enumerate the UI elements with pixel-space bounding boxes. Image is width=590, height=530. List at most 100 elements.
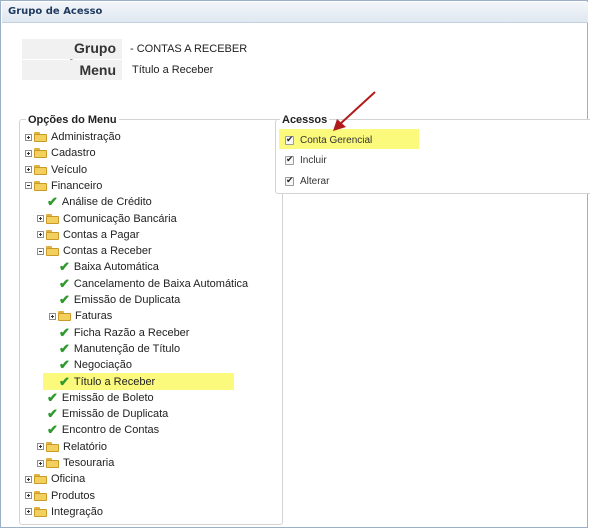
menu-tree-item-label: Ficha Razão a Receber [73, 326, 190, 339]
menu-tree-item-label: Integração [51, 505, 103, 518]
menu-tree-item[interactable]: Integração [25, 504, 103, 520]
menu-tree-item-label: Encontro de Contas [61, 424, 160, 437]
menu-tree-item[interactable]: ✔ Encontro de Contas [47, 422, 159, 438]
menu-tree-item[interactable]: Comunicação Bancária [37, 211, 177, 227]
window-titlebar: Grupo de Acesso [2, 2, 588, 23]
acesso-item[interactable]: Incluir [285, 153, 327, 169]
menu-tree-item[interactable]: ✔ Emissão de Duplicata [47, 406, 168, 422]
menu-tree-item-label: Cadastro [51, 147, 96, 160]
menu-tree-item[interactable]: ✔ Emissão de Duplicata [59, 292, 180, 308]
folder-icon [34, 474, 47, 485]
menu-tree-item[interactable]: ✔ Manutenção de Título [59, 341, 180, 357]
checkbox-icon[interactable] [285, 154, 294, 165]
check-icon: ✔ [59, 259, 70, 275]
menu-tree-item-label: Emissão de Duplicata [61, 408, 169, 421]
acesso-item-label: Incluir [300, 155, 327, 166]
folder-icon [46, 213, 59, 224]
check-icon: ✔ [47, 422, 58, 438]
menu-tree-item[interactable]: ✔ Cancelamento de Baixa Automática [59, 276, 248, 292]
acesso-item-label: Alterar [300, 175, 330, 187]
menu-tree-item-label: Comunicação Bancária [63, 212, 177, 225]
menu-tree-item[interactable]: Veículo [25, 162, 87, 178]
expander-icon[interactable] [25, 149, 32, 157]
menu-tree-item[interactable]: ✔ Ficha Razão a Receber [59, 325, 189, 341]
expander-icon[interactable] [25, 475, 32, 483]
expander-icon[interactable] [37, 215, 44, 222]
menu-tree-item-label: Baixa Automática [73, 261, 159, 274]
menu-tree-item[interactable]: ✔ Negociação [59, 357, 132, 373]
acesso-item-label: Conta Gerencial [300, 134, 373, 146]
check-icon: ✔ [59, 324, 70, 340]
menu-tree-item-label: Emissão de Boleto [61, 391, 154, 404]
expander-icon[interactable] [37, 443, 44, 451]
menu-tree-item[interactable]: Relatório [37, 439, 107, 455]
menu-tree-item-label: Contas a Pagar [63, 228, 140, 241]
expander-icon[interactable] [37, 231, 44, 239]
menu-tree-item[interactable]: Contas a Pagar [37, 227, 139, 243]
menu-tree-item-label: Manutenção de Título [73, 342, 181, 355]
expander-icon[interactable] [25, 166, 32, 174]
menu-tree-item-label: Faturas [75, 310, 113, 323]
menu-tree-item-label: Título a Receber [73, 375, 156, 388]
expander-icon[interactable] [25, 492, 32, 500]
menu-tree-item[interactable]: Administração [25, 129, 121, 145]
check-icon: ✔ [59, 357, 70, 373]
menu-tree-item-label: Contas a Receber [63, 245, 152, 258]
menu-tree-item-label: Relatório [63, 440, 108, 453]
menu-tree-item-label: Cancelamento de Baixa Automática [73, 277, 249, 290]
menu-tree-item[interactable]: ✔ Análise de Crédito [47, 194, 152, 210]
expander-icon[interactable] [25, 133, 32, 141]
check-icon: ✔ [47, 194, 58, 210]
window-title: Grupo de Acesso [8, 6, 103, 17]
menu-tree-item-label: Financeiro [51, 179, 103, 192]
folder-icon [34, 132, 47, 142]
menu-tree-item-label: Tesouraria [63, 457, 115, 469]
acesso-item[interactable]: Alterar [285, 173, 329, 189]
folder-icon [46, 246, 59, 257]
expander-icon[interactable] [25, 182, 32, 190]
checkbox-icon[interactable] [285, 175, 294, 186]
menu-tree-item[interactable]: ✔ Emissão de Boleto [47, 390, 154, 406]
menu-tree-item[interactable]: ✔ Baixa Automática [59, 259, 159, 275]
folder-icon [58, 311, 71, 322]
menu-tree-item[interactable]: Contas a Receber [37, 243, 152, 259]
menu-tree-item[interactable]: Tesouraria [37, 455, 114, 471]
menu-tree-item[interactable]: Produtos [25, 488, 95, 504]
expander-icon[interactable] [49, 312, 56, 320]
folder-icon [34, 490, 47, 501]
check-icon: ✔ [47, 389, 58, 405]
check-icon: ✔ [59, 275, 70, 291]
folder-icon [34, 164, 47, 175]
menu-tree-item-label: Oficina [51, 473, 86, 486]
check-icon: ✔ [47, 406, 58, 422]
menu-label: Menu [79, 62, 116, 78]
menu-tree-item[interactable]: Oficina [25, 471, 85, 487]
expander-icon[interactable] [25, 508, 32, 516]
checkbox-icon[interactable] [285, 134, 294, 145]
menu-tree-item[interactable]: Financeiro [25, 178, 102, 194]
grupo-value: - CONTAS A RECEBER [130, 43, 248, 55]
menu-tree-legend: Opções do Menu [26, 114, 119, 126]
menu-tree-item-label: Emissão de Duplicata [73, 294, 181, 306]
menu-tree-item-label: Administração [51, 131, 121, 143]
acessos-legend: Acessos [280, 114, 330, 126]
menu-tree-item-label: Negociação [73, 359, 132, 372]
menu-tree-item[interactable]: ✔ Título a Receber [59, 374, 155, 390]
check-icon: ✔ [59, 373, 70, 389]
expander-icon[interactable] [37, 459, 44, 467]
folder-icon [46, 229, 59, 240]
menu-tree-item[interactable]: Cadastro [25, 145, 96, 161]
folder-icon [34, 506, 47, 517]
menu-tree-item-label: Produtos [51, 489, 96, 502]
menu-tree-item-label: Veículo [51, 163, 88, 176]
folder-icon [46, 441, 59, 452]
menu-tree-item[interactable]: Faturas [49, 308, 112, 324]
check-icon: ✔ [59, 292, 70, 307]
folder-icon [34, 148, 47, 159]
menu-value: Título a Receber [132, 64, 214, 76]
expander-icon[interactable] [37, 247, 44, 255]
folder-icon [34, 180, 47, 191]
menu-tree-item-label: Análise de Crédito [61, 196, 152, 209]
folder-icon [46, 458, 59, 468]
arrow-annotation-icon [333, 91, 376, 131]
